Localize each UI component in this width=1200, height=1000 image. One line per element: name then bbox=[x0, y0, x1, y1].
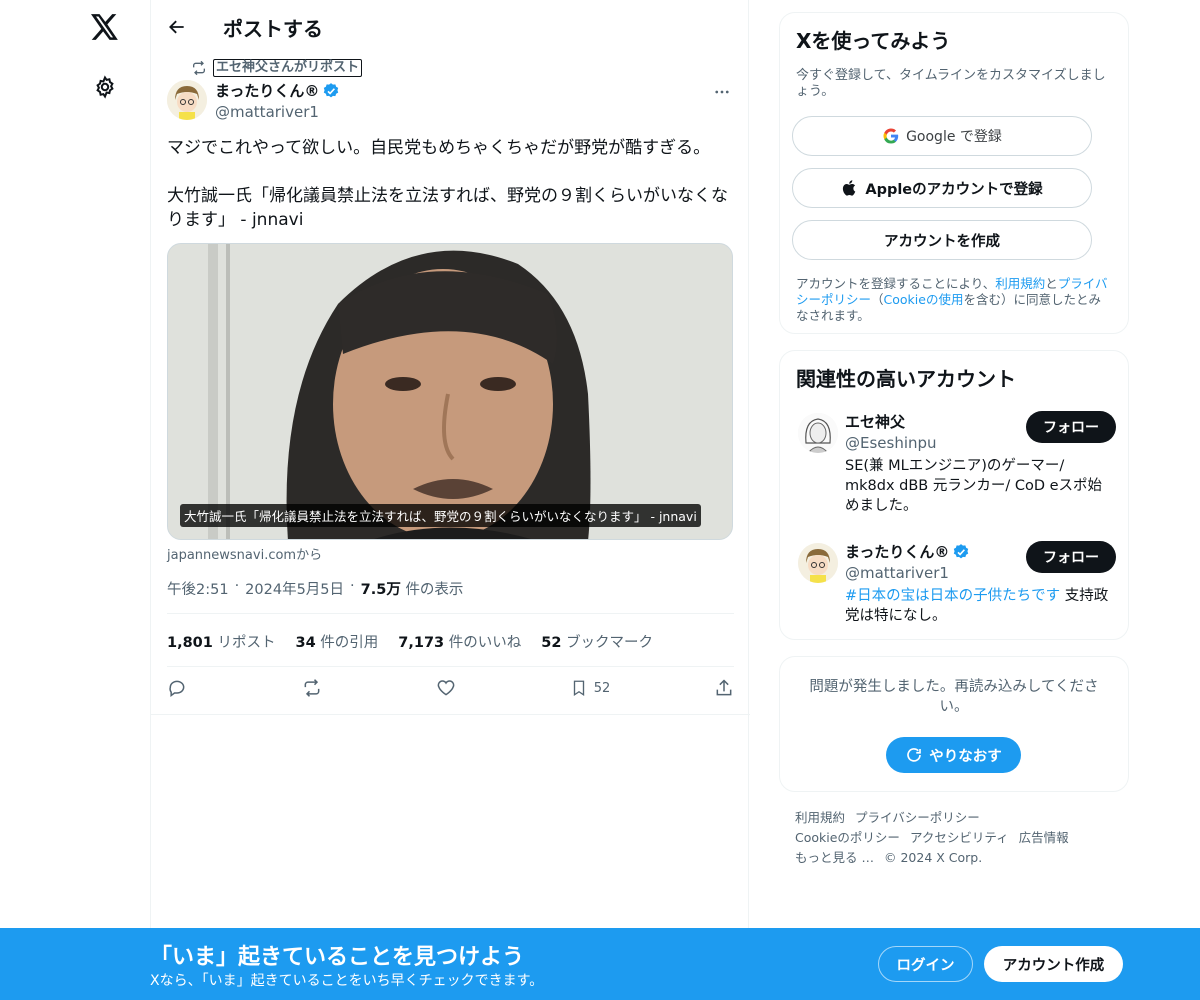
more-options-icon[interactable] bbox=[710, 80, 734, 104]
avatar[interactable] bbox=[798, 543, 838, 583]
portrait-photo bbox=[168, 244, 732, 539]
refresh-icon bbox=[907, 748, 922, 762]
banner-subtitle: Xなら、「いま」起きていることをいち早くチェックできます。 bbox=[150, 973, 544, 989]
share-icon bbox=[716, 679, 732, 696]
related-accounts-card: 関連性の高いアカウント エセ神父 @Eseshinpu SE(兼 MLエンジニア… bbox=[779, 350, 1129, 640]
x-logo-icon[interactable] bbox=[88, 10, 122, 44]
gear-icon[interactable] bbox=[90, 72, 120, 102]
google-icon bbox=[883, 128, 899, 144]
page-title: ポストする bbox=[223, 16, 323, 41]
login-button[interactable]: ログイン bbox=[878, 946, 973, 982]
signup-card: Xを使ってみよう 今すぐ登録して、タイムラインをカスタマイズしましょう。 Goo… bbox=[779, 12, 1129, 334]
google-signup-button[interactable]: Google で登録 bbox=[792, 116, 1092, 156]
tweet-date[interactable]: 2024年5月5日 bbox=[245, 578, 344, 599]
related-title: 関連性の高いアカウント bbox=[796, 367, 1016, 391]
follow-button[interactable]: フォロー bbox=[1026, 411, 1116, 443]
sidebar: Xを使ってみよう 今すぐ登録して、タイムラインをカスタマイズしましょう。 Goo… bbox=[779, 12, 1129, 868]
error-message: 問題が発生しました。再読み込みしてください。 bbox=[809, 679, 1099, 715]
footer-link[interactable]: アクセシビリティ bbox=[910, 828, 1009, 848]
divider bbox=[167, 666, 734, 667]
apple-signup-button[interactable]: Appleのアカウントで登録 bbox=[792, 168, 1092, 208]
footer-link[interactable]: もっと見る … bbox=[795, 848, 874, 868]
related-bio: SE(兼 MLエンジニア)のゲーマー/ mk8dx dBB 元ランカー/ CoD… bbox=[845, 458, 1103, 514]
related-name: まったりくん® bbox=[845, 543, 950, 561]
engagement-stats: 1,801 リポスト 34 件の引用 7,173 件のいいね 52 ブックマーク bbox=[167, 631, 653, 652]
divider bbox=[151, 714, 750, 715]
bookmark-stat[interactable]: 52 ブックマーク bbox=[541, 631, 653, 652]
left-nav bbox=[0, 0, 150, 1000]
repost-context: エセ神父さんがリポスト bbox=[191, 59, 363, 77]
signup-subtitle: 今すぐ登録して、タイムラインをカスタマイズしましょう。 bbox=[796, 68, 1106, 99]
bookmark-button[interactable]: 52 bbox=[570, 678, 620, 698]
reply-icon bbox=[169, 680, 185, 697]
follow-button[interactable]: フォロー bbox=[1026, 541, 1116, 573]
verified-badge-icon bbox=[324, 82, 339, 97]
author-name[interactable]: まったりくん® bbox=[215, 80, 319, 101]
related-name: エセ神父 bbox=[845, 413, 906, 431]
view-count: 7.5万 件の表示 bbox=[360, 582, 464, 598]
footer-links: 利用規約 プライバシーポリシー Cookieのポリシー アクセシビリティ 広告情報 も… bbox=[779, 808, 1099, 868]
tweet-actions: 52 bbox=[167, 678, 734, 698]
terms-notice: アカウントを登録することにより、利用規約とプライバシーポリシー（Cookieの使… bbox=[796, 276, 1108, 323]
apple-icon bbox=[843, 180, 856, 196]
hashtag-link[interactable]: #日本の宝は日本の子供たちです bbox=[845, 588, 1060, 604]
footer-link[interactable]: 広告情報 bbox=[1019, 828, 1069, 848]
primary-column: ポストする エセ神父さんがリポスト まったりくん® @mattariver1 マ… bbox=[150, 0, 750, 1000]
footer-link[interactable]: 利用規約 bbox=[795, 808, 845, 828]
quote-stat[interactable]: 34 件の引用 bbox=[295, 631, 378, 652]
retry-button[interactable]: やりなおす bbox=[886, 737, 1021, 773]
signup-banner: 「いま」起きていることを見つけよう Xなら、「いま」起きていることをいち早くチェ… bbox=[0, 928, 1200, 1000]
back-arrow-icon[interactable] bbox=[159, 9, 195, 45]
footer-link[interactable]: プライバシーポリシー bbox=[855, 808, 980, 828]
tweet-time[interactable]: 午後2:51 bbox=[167, 578, 229, 599]
author-handle[interactable]: @mattariver1 bbox=[215, 103, 340, 121]
create-account-button[interactable]: アカウントを作成 bbox=[792, 220, 1092, 260]
related-bio: #日本の宝は日本の子供たちです 支持政党は特になし。 bbox=[845, 588, 1109, 624]
tweet-text: マジでこれやって欲しい。自民党もめちゃくちゃだが野党が酷すぎる。 大竹誠一氏「帰… bbox=[167, 138, 728, 230]
heart-icon bbox=[437, 680, 454, 696]
copyright: © 2024 X Corp. bbox=[883, 850, 983, 865]
link-card-image[interactable]: 大竹誠一氏「帰化議員禁止法を立法すれば、野党の９割くらいがいなくなります」 - … bbox=[167, 243, 733, 540]
like-stat[interactable]: 7,173 件のいいね bbox=[398, 631, 521, 652]
link-source[interactable]: japannewsnavi.comから bbox=[167, 544, 322, 563]
cookie-link[interactable]: Cookieの使用 bbox=[884, 292, 964, 307]
repost-icon bbox=[304, 679, 320, 697]
like-button[interactable] bbox=[436, 678, 476, 698]
avatar[interactable] bbox=[167, 80, 207, 120]
repost-small-icon bbox=[193, 60, 205, 76]
avatar[interactable] bbox=[798, 413, 838, 453]
error-card: 問題が発生しました。再読み込みしてください。 やりなおす bbox=[779, 656, 1129, 792]
signup-title: Xを使ってみよう bbox=[796, 29, 951, 53]
banner-title: 「いま」起きていることを見つけよう bbox=[150, 945, 525, 970]
terms-link[interactable]: 利用規約 bbox=[995, 276, 1045, 291]
tweet-author: まったりくん® @mattariver1 bbox=[167, 80, 734, 121]
reply-button[interactable] bbox=[167, 678, 207, 698]
bookmark-count: 52 bbox=[593, 680, 611, 696]
verified-badge-icon bbox=[954, 543, 969, 558]
share-button[interactable] bbox=[714, 678, 734, 698]
repost-button[interactable] bbox=[301, 678, 341, 698]
footer-link[interactable]: Cookieのポリシー bbox=[795, 828, 900, 848]
repost-stat[interactable]: 1,801 リポスト bbox=[167, 631, 275, 652]
bookmark-icon bbox=[573, 680, 584, 697]
divider bbox=[167, 613, 734, 614]
tweet-meta: 午後2:51 · 2024年5月5日 · 7.5万 件の表示 bbox=[167, 578, 464, 599]
repost-label-link[interactable]: エセ神父さんがリポスト bbox=[213, 59, 363, 77]
media-caption: 大竹誠一氏「帰化議員禁止法を立法すれば、野党の９割くらいがいなくなります」 - … bbox=[180, 504, 701, 527]
post-header: ポストする bbox=[151, 0, 748, 54]
banner-create-account-button[interactable]: アカウント作成 bbox=[984, 946, 1123, 982]
